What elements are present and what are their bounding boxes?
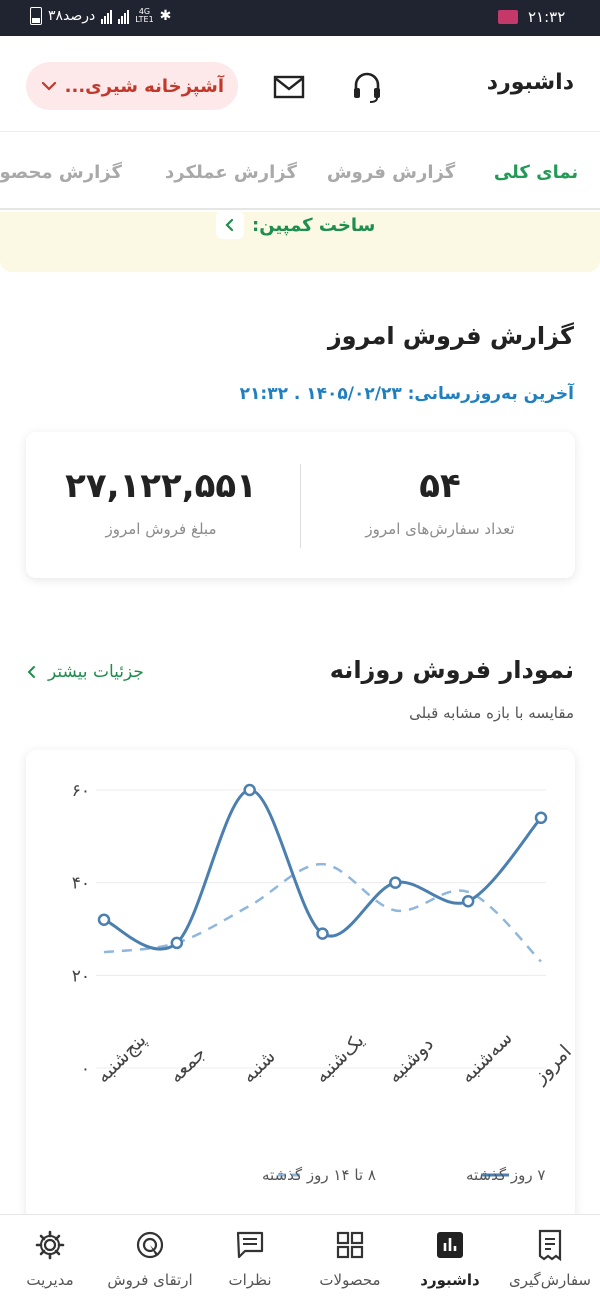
nav-products-label: محصولات <box>319 1271 381 1289</box>
data-point <box>461 894 475 908</box>
app-notification-icon <box>498 10 518 24</box>
nav-dashboard-label: داشبورد <box>420 1271 480 1289</box>
signal-icon <box>101 8 113 24</box>
status-indicators: ۳۸درصد 4G LTE1 ✱ <box>30 7 171 25</box>
comment-icon <box>236 1231 264 1259</box>
tab-bar: نمای کلی گزارش فروش گزارش عملکرد گزارش م… <box>0 134 600 210</box>
nav-reviews-label: نظرات <box>228 1271 272 1289</box>
y-tick-label: ۴۰ <box>72 874 90 894</box>
tab-overview[interactable]: نمای کلی <box>472 134 600 208</box>
signal-icon-2 <box>118 8 130 24</box>
store-selector[interactable]: آشپزخانه شیری... <box>26 62 238 110</box>
gear-icon <box>35 1230 65 1260</box>
x-tick-label: شنبه <box>238 1045 280 1087</box>
x-tick-label: امروز <box>528 1041 575 1089</box>
data-point <box>534 811 548 825</box>
battery-text: ۳۸درصد <box>48 8 96 24</box>
legend-label-previous: ۸ تا ۱۴ روز گذشته <box>262 1166 376 1184</box>
status-bar: ۳۸درصد 4G LTE1 ✱ ۲۱:۳۲ <box>0 0 600 36</box>
today-stats-card: ۵۴ تعداد سفارش‌های امروز ۲۷,۱۲۲,۵۵۱ مبلغ… <box>26 432 575 578</box>
series-line-current <box>103 788 543 951</box>
more-details-label: جزئیات بیشتر <box>48 662 144 682</box>
x-tick-label: پنج‌شنبه <box>92 1029 151 1088</box>
sales-amount-label: مبلغ فروش امروز <box>105 520 217 538</box>
sales-amount: ۲۷,۱۲۲,۵۵۱ <box>65 466 257 506</box>
app-header: آشپزخانه شیری... داشبورد <box>0 36 600 132</box>
stats-divider <box>300 464 301 548</box>
orders-stat: ۵۴ تعداد سفارش‌های امروز <box>305 466 575 538</box>
data-point <box>97 913 111 926</box>
nav-ordering-label: سفارش‌گیری <box>509 1271 591 1289</box>
headset-icon[interactable] <box>350 70 384 104</box>
daily-sales-chart: ۰ ۲۰ ۴۰ ۶۰ پنج‌شنبه جمعه شنبه یک‌شنبه دوشنبه سه‌ش… <box>72 781 576 1184</box>
battery-icon <box>30 7 42 25</box>
data-point <box>170 936 184 950</box>
bottom-navigation: سفارش‌گیری داشبورد محصولات نظرات ارتقای … <box>0 1214 600 1308</box>
nav-management-label: مدیریت <box>26 1271 74 1289</box>
bluetooth-icon: ✱ <box>159 8 172 24</box>
x-tick-label: جمعه <box>165 1042 210 1087</box>
y-tick-label: ۶۰ <box>72 781 90 801</box>
nav-dashboard[interactable]: داشبورد <box>400 1215 500 1308</box>
daily-chart-card: ۰ ۲۰ ۴۰ ۶۰ پنج‌شنبه جمعه شنبه یک‌شنبه دوشنبه سه‌ش… <box>26 750 576 1220</box>
amount-stat: ۲۷,۱۲۲,۵۵۱ مبلغ فروش امروز <box>26 466 296 538</box>
data-point <box>316 927 329 940</box>
clock: ۲۱:۳۲ <box>528 8 566 26</box>
x-tick-label: سه‌شنبه <box>456 1027 517 1088</box>
today-report-title: گزارش فروش امروز <box>327 322 574 350</box>
orders-count: ۵۴ <box>419 466 461 506</box>
network-indicator: 4G LTE1 <box>135 7 154 24</box>
y-tick-label: ۲۰ <box>72 966 90 986</box>
nav-reviews[interactable]: نظرات <box>200 1215 300 1308</box>
grid-icon <box>336 1231 364 1259</box>
orders-label: تعداد سفارش‌های امروز <box>365 520 515 538</box>
mail-icon[interactable] <box>272 70 306 104</box>
nav-management[interactable]: مدیریت <box>0 1215 100 1308</box>
x-tick-label: دوشنبه <box>383 1033 438 1088</box>
create-campaign-link[interactable]: ساخت کمپین: <box>216 211 376 239</box>
nav-ordering[interactable]: سفارش‌گیری <box>500 1215 600 1308</box>
data-point <box>243 783 256 797</box>
tab-sales-report[interactable]: گزارش فروش <box>322 134 460 208</box>
nav-promotion-label: ارتقای فروش <box>107 1271 193 1289</box>
nav-products[interactable]: محصولات <box>300 1215 400 1308</box>
more-details-link[interactable]: جزئیات بیشتر <box>26 662 144 682</box>
campaign-banner: ساخت کمپین: <box>0 211 600 272</box>
tab-performance-report[interactable]: گزارش عملکرد <box>156 134 306 208</box>
daily-chart-subtitle: مقایسه با بازه مشابه قبلی <box>409 704 574 722</box>
page-title: داشبورد <box>486 70 574 95</box>
create-campaign-label: ساخت کمپین: <box>252 214 376 236</box>
receipt-icon <box>538 1229 562 1261</box>
nav-promotion[interactable]: ارتقای فروش <box>100 1215 200 1308</box>
legend-label-current: ۷ روز گذشته <box>466 1166 545 1184</box>
x-tick-label: یک‌شنبه <box>310 1030 368 1088</box>
daily-chart-title: نمودار فروش روزانه <box>329 656 574 684</box>
target-icon <box>136 1231 164 1259</box>
chevron-left-icon <box>27 666 35 678</box>
tab-products-report[interactable]: گزارش محصولات <box>0 134 130 208</box>
y-tick-label: ۰ <box>81 1059 90 1079</box>
chart-icon <box>437 1232 463 1258</box>
chevron-down-icon <box>41 81 57 91</box>
last-update: آخرین به‌روزرسانی: ۱۴۰۵/۰۲/۲۳ . ۲۱:۳۲ <box>239 384 574 404</box>
store-name: آشپزخانه شیری... <box>64 75 224 97</box>
chevron-left-icon <box>216 211 244 239</box>
data-point <box>389 876 402 889</box>
